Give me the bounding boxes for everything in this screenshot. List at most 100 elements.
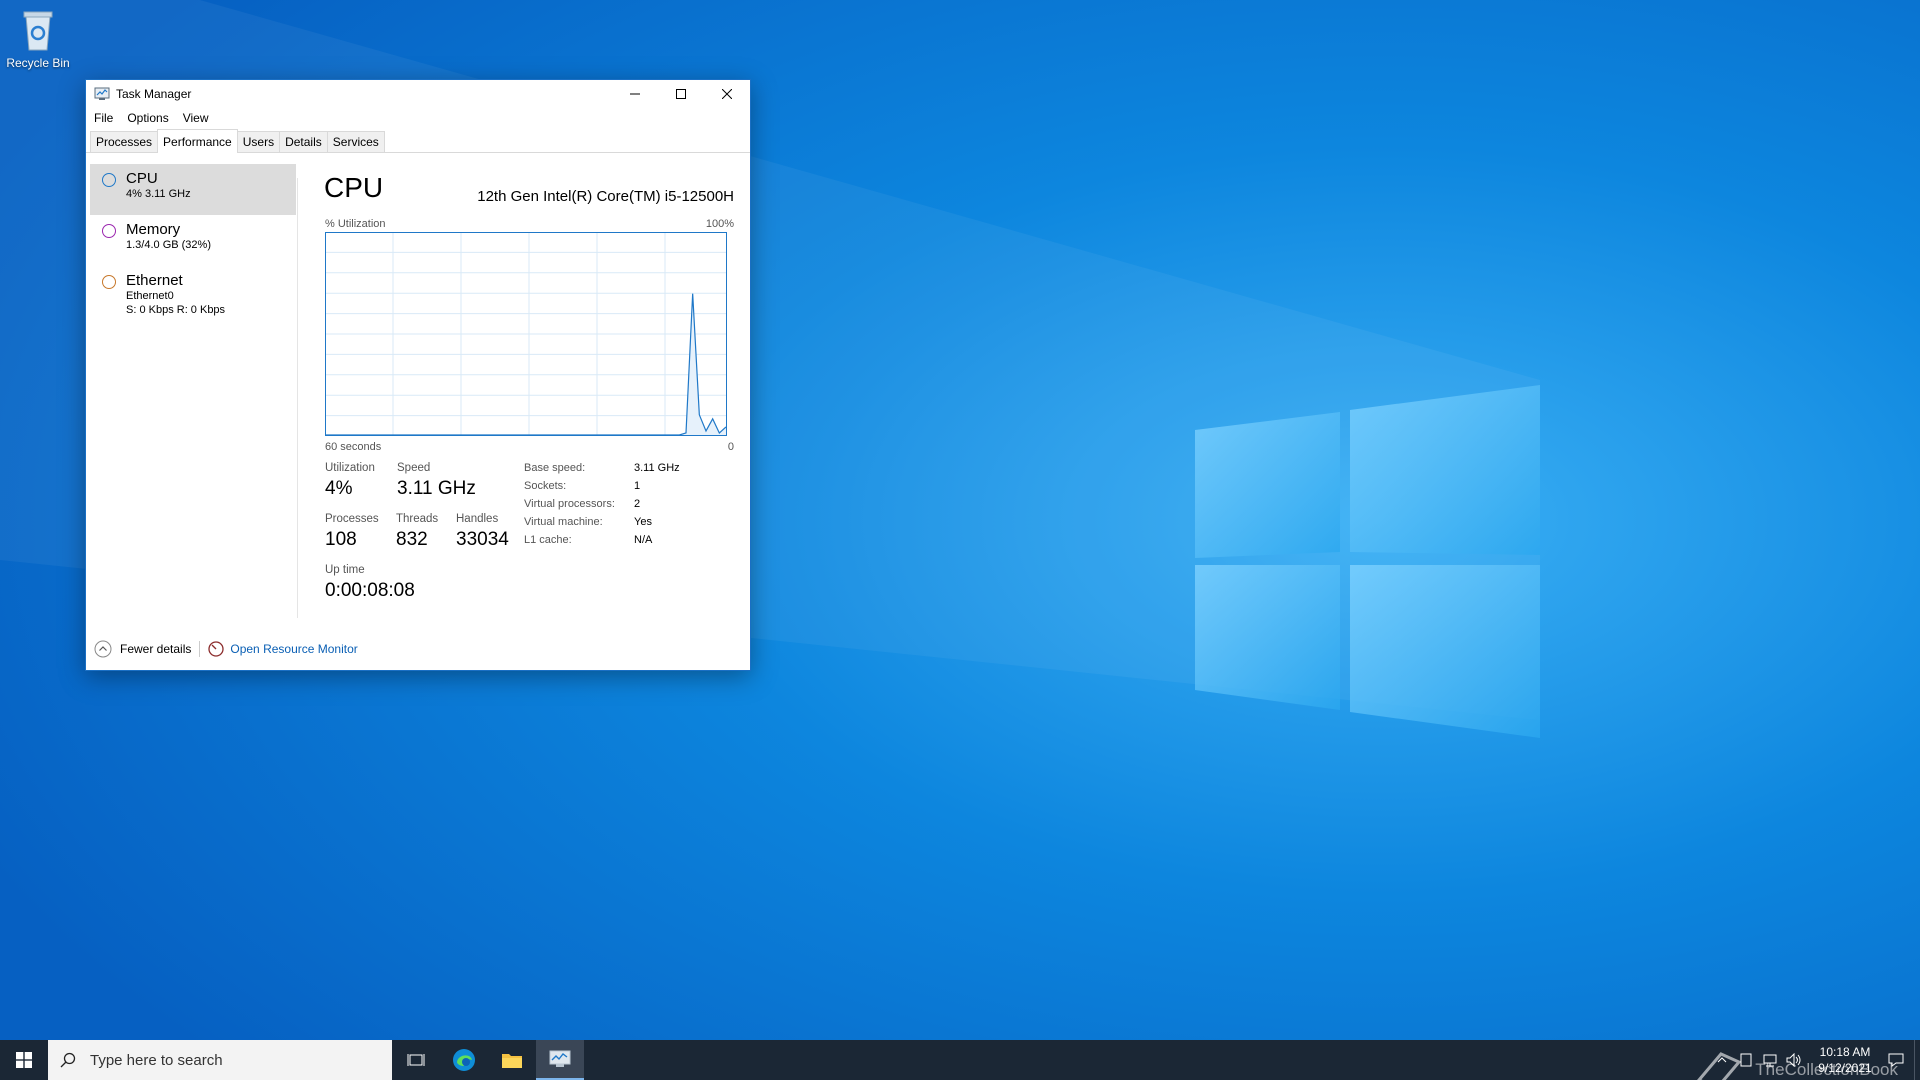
fewer-details-label: Fewer details <box>120 642 192 656</box>
tab-performance[interactable]: Performance <box>157 129 238 153</box>
start-button[interactable] <box>0 1040 48 1080</box>
edge-icon <box>453 1049 475 1071</box>
resource-detail: 1.3/4.0 GB (32%) <box>126 239 211 251</box>
spec-key: Base speed: <box>524 462 586 474</box>
window-footer: Fewer details Open Resource Monitor <box>94 640 358 658</box>
show-desktop-button[interactable] <box>1914 1040 1920 1080</box>
desktop-icon-recycle-bin[interactable]: Recycle Bin <box>6 8 70 76</box>
resource-item-cpu[interactable]: CPU 4% 3.11 GHz <box>90 164 296 215</box>
tab-bar: Processes Performance Users Details Serv… <box>86 128 750 153</box>
resource-name: CPU <box>126 170 158 187</box>
task-view-icon <box>407 1054 425 1066</box>
tab-details[interactable]: Details <box>279 131 328 152</box>
minimize-button[interactable] <box>612 80 658 108</box>
stat-value: 0:00:08:08 <box>325 580 415 601</box>
watermark: TheCollectionBook <box>1695 1048 1898 1080</box>
cpu-utilization-graph <box>325 232 727 436</box>
close-button[interactable] <box>704 80 750 108</box>
pane-divider <box>297 178 298 618</box>
menu-options[interactable]: Options <box>127 111 168 125</box>
tab-services[interactable]: Services <box>326 131 385 152</box>
stat-label: Utilization <box>325 462 375 474</box>
menu-file[interactable]: File <box>94 111 113 125</box>
spec-value: 2 <box>634 498 641 510</box>
spec-row: Virtual machine: Yes <box>524 516 680 534</box>
open-resource-monitor-label: Open Resource Monitor <box>230 642 358 656</box>
search-icon <box>60 1052 76 1068</box>
search-placeholder: Type here to search <box>90 1051 223 1069</box>
task-manager-app-icon <box>94 87 110 100</box>
spec-key: Sockets: <box>524 480 567 492</box>
stat-label: Up time <box>325 564 365 576</box>
stat-label: Handles <box>456 513 499 525</box>
cpu-specs: Base speed: 3.11 GHz Sockets: 1 Virtual pr… <box>524 462 680 552</box>
taskbar: Type here to search TheCollectionBook 10… <box>0 1040 1920 1080</box>
taskbar-search-input[interactable]: Type here to search <box>48 1040 392 1080</box>
time-axis-zero: 0 <box>727 441 734 453</box>
minimize-icon <box>630 93 640 95</box>
stat-label: Speed <box>397 462 431 474</box>
resource-item-memory[interactable]: Memory 1.3/4.0 GB (32%) <box>90 215 296 266</box>
edge-button[interactable] <box>440 1040 488 1080</box>
stat-value: 832 <box>396 529 428 550</box>
windows-logo-icon <box>16 1052 32 1068</box>
title-bar[interactable]: Task Manager <box>86 80 750 108</box>
spec-row: Virtual processors: 2 <box>524 498 680 516</box>
task-view-button[interactable] <box>392 1040 440 1080</box>
performance-panel: CPU 4% 3.11 GHz Memory 1.3/4.0 GB (32%) … <box>86 154 750 624</box>
utilization-max-label: 100% <box>705 218 734 230</box>
time-axis-label: 60 seconds <box>325 441 382 453</box>
open-resource-monitor-link[interactable]: Open Resource Monitor <box>208 641 358 657</box>
file-explorer-icon <box>502 1054 522 1068</box>
menu-view[interactable]: View <box>183 111 209 125</box>
stat-handles: Handles 33034 <box>456 513 509 551</box>
fewer-details-button[interactable]: Fewer details <box>94 640 191 658</box>
stat-uptime: Up time 0:00:08:08 <box>325 564 415 602</box>
task-manager-window[interactable]: Task Manager File Options View Processes… <box>85 79 751 671</box>
spec-row: Base speed: 3.11 GHz <box>524 462 680 480</box>
footer-separator <box>199 641 201 657</box>
stat-processes: Processes 108 <box>325 513 379 551</box>
resource-detail-throughput: S: 0 Kbps R: 0 Kbps <box>126 304 226 316</box>
spec-value: 1 <box>634 480 641 492</box>
spec-row: Sockets: 1 <box>524 480 680 498</box>
stat-value: 108 <box>325 529 357 550</box>
maximize-button[interactable] <box>658 80 704 108</box>
spec-value: 3.11 GHz <box>634 462 680 474</box>
resource-item-ethernet[interactable]: Ethernet Ethernet0 S: 0 Kbps R: 0 Kbps <box>90 266 296 330</box>
tab-processes[interactable]: Processes <box>90 131 159 152</box>
chevron-up-icon <box>94 640 112 658</box>
spec-row: L1 cache: N/A <box>524 534 680 552</box>
memory-indicator-icon <box>102 224 116 238</box>
cpu-heading: CPU <box>324 172 384 203</box>
resource-detail: 4% 3.11 GHz <box>126 188 191 200</box>
book-logo-icon <box>1697 1052 1742 1080</box>
spec-key: Virtual processors: <box>524 498 615 510</box>
maximize-icon <box>676 89 686 99</box>
cpu-model: 12th Gen Intel(R) Core(TM) i5-12500H <box>477 188 734 205</box>
resource-detail: Ethernet0 <box>126 290 174 302</box>
utilization-axis-label: % Utilization <box>325 218 386 230</box>
stat-threads: Threads 832 <box>396 513 438 551</box>
stat-speed: Speed 3.11 GHz <box>397 462 476 500</box>
file-explorer-button[interactable] <box>488 1040 536 1080</box>
recycle-bin-icon <box>23 11 53 51</box>
tab-users[interactable]: Users <box>236 131 281 152</box>
stat-label: Threads <box>396 513 439 525</box>
stat-label: Processes <box>325 513 379 525</box>
spec-value: Yes <box>634 516 652 528</box>
desktop-icon-label: Recycle Bin <box>6 56 70 70</box>
cpu-indicator-icon <box>102 173 116 187</box>
resource-monitor-icon <box>208 641 225 657</box>
task-manager-taskbar-button[interactable] <box>536 1040 584 1080</box>
resource-list: CPU 4% 3.11 GHz Memory 1.3/4.0 GB (32%) … <box>90 164 296 330</box>
ethernet-indicator-icon <box>102 275 116 289</box>
stat-value: 3.11 GHz <box>397 478 476 499</box>
task-manager-icon <box>549 1050 571 1067</box>
stat-value: 4% <box>325 478 353 499</box>
system-tray: TheCollectionBook 10:18 AM 9/12/2021 <box>1697 1040 1920 1080</box>
resource-name: Memory <box>126 221 181 238</box>
watermark-text: TheCollectionBook <box>1755 1060 1898 1079</box>
spec-value: N/A <box>634 534 653 546</box>
resource-name: Ethernet <box>126 272 183 289</box>
